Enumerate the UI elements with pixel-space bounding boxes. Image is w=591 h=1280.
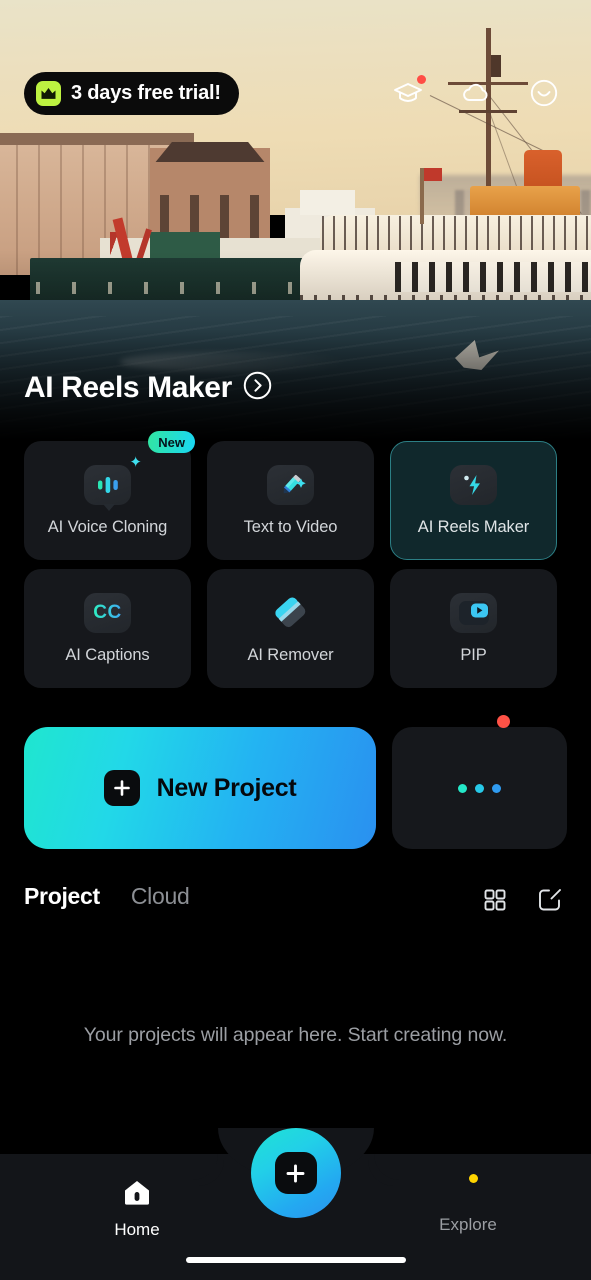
ferry-flag — [424, 168, 442, 181]
nav-item-explore[interactable]: Explore — [408, 1174, 528, 1235]
picture-in-picture-icon — [450, 592, 497, 633]
header-icon-group — [389, 74, 563, 112]
notification-dot — [496, 715, 510, 728]
sparkle-icon: ✦ — [129, 453, 142, 471]
tool-label: AI Reels Maker — [417, 517, 530, 536]
free-trial-label: 3 days free trial! — [71, 82, 221, 104]
chevron-right-circle-icon[interactable] — [243, 371, 272, 405]
grid-view-icon[interactable] — [482, 887, 508, 918]
three-dots-icon — [458, 783, 501, 793]
nav-label: Explore — [439, 1215, 497, 1234]
lightning-bolt-icon — [450, 464, 497, 505]
tool-tile-ai-voice-cloning[interactable]: ✦ AI Voice Cloning New — [24, 431, 195, 560]
tool-tile-text-to-video[interactable]: Text to Video — [207, 441, 374, 560]
explore-icon — [453, 1174, 483, 1206]
tab-project[interactable]: Project — [24, 883, 100, 910]
empty-state-message: Your projects will appear here. Start cr… — [83, 1024, 508, 1046]
new-project-label: New Project — [156, 773, 297, 802]
tool-label: AI Captions — [65, 645, 150, 664]
notification-dot — [469, 1174, 478, 1183]
closed-caption-icon: CC — [84, 592, 131, 633]
tool-grid: ✦ AI Voice Cloning New Text to Video AI … — [24, 431, 567, 688]
new-badge: New — [148, 431, 195, 453]
plus-icon — [103, 770, 140, 806]
tab-cloud[interactable]: Cloud — [131, 883, 190, 910]
hero-title-row[interactable]: AI Reels Maker — [24, 371, 272, 405]
tool-tile-ai-remover[interactable]: AI Remover — [207, 569, 374, 688]
home-indicator — [185, 1257, 406, 1263]
hero-gradient-overlay — [0, 250, 591, 440]
tool-label: PIP — [460, 645, 487, 664]
tool-label: AI Remover — [247, 645, 334, 664]
cc-text: CC — [93, 601, 122, 623]
pencil-sparkle-icon — [267, 464, 314, 505]
crown-icon — [36, 81, 61, 106]
project-tabs: Project Cloud — [24, 883, 190, 910]
eraser-icon — [267, 593, 314, 633]
smiley-face-icon[interactable] — [525, 74, 563, 112]
voice-waveform-bubble-icon: ✦ — [84, 455, 142, 511]
create-fab-button[interactable] — [250, 1128, 341, 1218]
home-icon — [122, 1178, 152, 1211]
tool-tile-ai-captions[interactable]: CC AI Captions — [24, 569, 191, 688]
free-trial-button[interactable]: 3 days free trial! — [24, 72, 239, 115]
new-project-button[interactable]: New Project — [24, 727, 376, 849]
cloud-icon[interactable] — [457, 74, 495, 112]
tool-label: Text to Video — [243, 517, 338, 536]
more-tools-tile[interactable] — [392, 715, 567, 849]
edit-icon[interactable] — [536, 886, 563, 918]
nav-label: Home — [114, 1220, 160, 1239]
app-screen: 3 days free trial! AI Reels Maker ✦ AI V… — [0, 0, 591, 1280]
plus-icon — [274, 1152, 317, 1194]
tool-tile-ai-reels-maker[interactable]: AI Reels Maker — [390, 441, 557, 560]
nav-item-home[interactable]: Home — [77, 1178, 197, 1240]
new-project-row: New Project — [24, 715, 567, 849]
page-title: AI Reels Maker — [24, 371, 232, 404]
project-actions — [482, 886, 563, 918]
tool-tile-pip[interactable]: PIP — [390, 569, 557, 688]
warehouse-roof — [0, 133, 194, 145]
notification-dot — [417, 75, 426, 84]
bottom-navigation: Home Explore — [0, 1128, 591, 1280]
cargo-ship-bridge — [300, 190, 355, 215]
hero-banner[interactable]: 3 days free trial! AI Reels Maker — [0, 0, 591, 440]
tool-label: AI Voice Cloning — [47, 517, 168, 536]
graduation-cap-icon[interactable] — [389, 74, 427, 112]
bubble-tail — [102, 503, 115, 511]
